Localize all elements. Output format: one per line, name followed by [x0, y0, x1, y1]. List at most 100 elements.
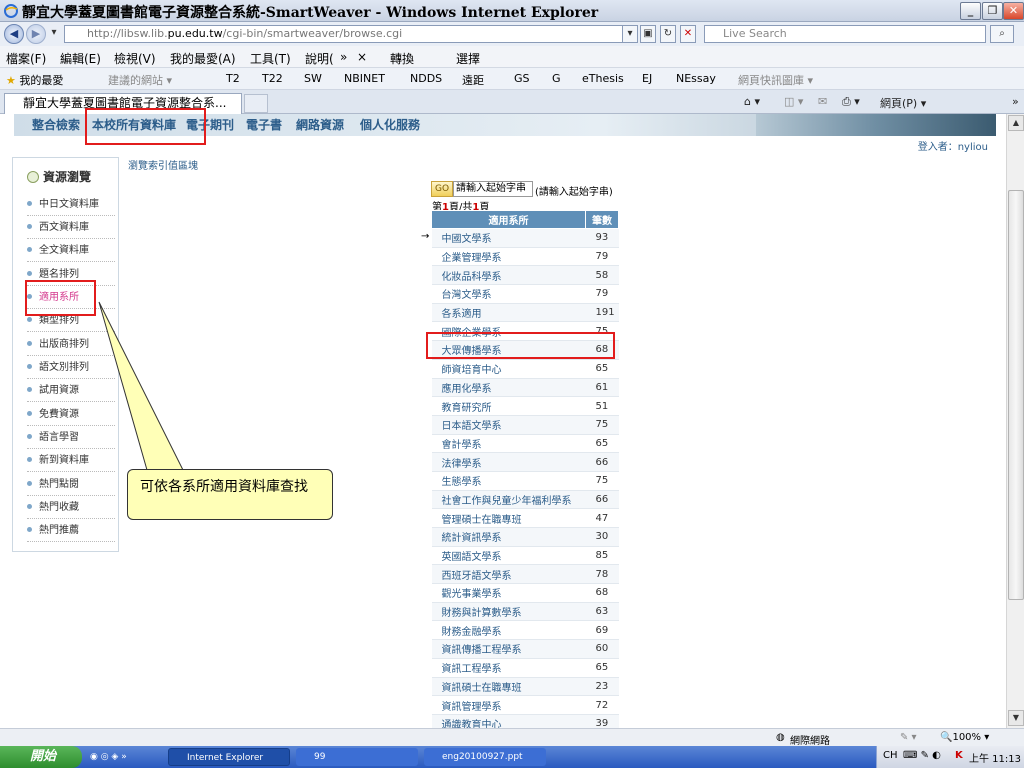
search-icon[interactable]: ⌕ [990, 25, 1014, 43]
print-icon[interactable]: ⎙ ▾ [842, 95, 860, 109]
fav-distance[interactable]: 遠距 [462, 72, 484, 88]
department-link[interactable]: 各系適用 [431, 303, 586, 323]
table-row[interactable]: 財務金融學系 69 [431, 620, 619, 641]
table-row[interactable]: 生態學系 75 [431, 471, 619, 491]
table-row[interactable]: 各系適用 191 [431, 303, 619, 323]
table-row[interactable]: 西班牙語文學系 78 [431, 564, 619, 585]
table-row[interactable]: 化妝品科學系 58 [431, 265, 619, 286]
fav-g[interactable]: G [552, 72, 561, 85]
department-link[interactable]: 化妝品科學系 [431, 265, 586, 286]
taskbar-item-ie[interactable]: Internet Explorer [168, 748, 290, 766]
address-dropdown[interactable]: ▾ [622, 25, 638, 43]
input-language[interactable]: CH [883, 750, 898, 761]
department-link[interactable]: 觀光事業學系 [431, 583, 586, 603]
department-link[interactable]: 日本語文學系 [431, 415, 586, 435]
fav-nessay[interactable]: NEssay [676, 72, 716, 85]
fav-ndds[interactable]: NDDS [410, 72, 442, 85]
go-button[interactable]: GO [431, 181, 453, 197]
nav-ebooks[interactable]: 電子書 [246, 116, 282, 133]
table-row[interactable]: 中國文學系 93 [431, 228, 619, 248]
department-link[interactable]: 財務金融學系 [431, 620, 586, 641]
back-button[interactable]: ◀ [4, 24, 24, 44]
favorites-button[interactable]: ★ 我的最愛 [6, 72, 63, 88]
table-row[interactable]: 統計資訊學系 30 [431, 527, 619, 547]
menu-tools[interactable]: 工具(T) [250, 50, 291, 67]
department-link[interactable]: 教育研究所 [431, 396, 586, 416]
tray-icons[interactable]: ⌨ ✎ ◐ [903, 750, 941, 761]
search-input[interactable]: Live Search [704, 25, 986, 43]
department-link[interactable]: 師資培育中心 [431, 359, 586, 379]
mail-icon[interactable]: ✉ [818, 95, 827, 108]
table-row[interactable]: 觀光事業學系 68 [431, 583, 619, 603]
department-link[interactable]: 資訊碩士在職專班 [431, 677, 586, 697]
department-link[interactable]: 法律學系 [431, 452, 586, 472]
fav-ej[interactable]: EJ [642, 72, 652, 85]
sidebar-item-popular-saves[interactable]: 熱門收藏 [27, 497, 115, 519]
department-link[interactable]: 資訊傳播工程學系 [431, 639, 586, 659]
sidebar-item-cj-db[interactable]: 中日文資料庫 [27, 194, 115, 216]
menu-overflow[interactable]: » [340, 50, 347, 64]
fav-t2[interactable]: T2 [226, 72, 240, 85]
antivirus-icon[interactable]: K [955, 750, 963, 761]
department-link[interactable]: 管理碩士在職專班 [431, 508, 586, 528]
table-row[interactable]: 社會工作與兒童少年福利學系 66 [431, 490, 619, 510]
nav-web-resources[interactable]: 網路資源 [296, 116, 344, 133]
table-row[interactable]: 資訊傳播工程學系 60 [431, 639, 619, 659]
zoom-level[interactable]: 🔍100% ▾ [940, 732, 989, 743]
department-link[interactable]: 資訊管理學系 [431, 695, 586, 715]
sidebar-item-western-db[interactable]: 西文資料庫 [27, 217, 115, 239]
home-icon[interactable]: ⌂ ▾ [744, 95, 760, 108]
header-count[interactable]: 筆數 [585, 210, 619, 229]
start-string-input[interactable]: 請輸入起始字串 [453, 181, 533, 197]
menu-convert[interactable]: 轉換 [390, 50, 414, 67]
scroll-down-button[interactable]: ▼ [1008, 710, 1024, 726]
fav-ethesis[interactable]: eThesis [582, 72, 624, 85]
table-row[interactable]: 企業管理學系 79 [431, 247, 619, 267]
department-link[interactable]: 台灣文學系 [431, 284, 586, 304]
minimize-button[interactable]: _ [960, 2, 981, 20]
department-link[interactable]: 中國文學系 [431, 228, 586, 248]
department-link[interactable]: 財務與計算數學系 [431, 602, 586, 622]
menu-close[interactable]: × [357, 50, 367, 64]
fav-nbinet[interactable]: NBINET [344, 72, 385, 85]
close-button[interactable]: ✕ [1003, 2, 1024, 20]
department-link[interactable]: 英國語文學系 [431, 546, 586, 566]
fav-sw[interactable]: SW [304, 72, 322, 85]
address-bar[interactable]: http://libsw.lib.pu.edu.tw/cgi-bin/smart… [64, 25, 636, 43]
nav-integrated-search[interactable]: 整合檢索 [32, 116, 80, 133]
table-row[interactable]: 資訊碩士在職專班 23 [431, 677, 619, 697]
stop-icon[interactable]: ✕ [680, 25, 696, 43]
menu-edit[interactable]: 編輯(E) [60, 50, 101, 67]
department-link[interactable]: 西班牙語文學系 [431, 564, 586, 585]
menu-favorites[interactable]: 我的最愛(A) [170, 50, 236, 67]
table-row[interactable]: 資訊管理學系 72 [431, 695, 619, 715]
menu-select[interactable]: 選擇 [456, 50, 480, 67]
table-row[interactable]: 財務與計算數學系 63 [431, 602, 619, 622]
scroll-thumb[interactable] [1008, 190, 1024, 600]
department-link[interactable]: 企業管理學系 [431, 247, 586, 267]
table-row[interactable]: 管理碩士在職專班 47 [431, 508, 619, 528]
quicklaunch-icons[interactable]: ◉ ◎ ◈ » [88, 748, 127, 766]
table-row[interactable]: 法律學系 66 [431, 452, 619, 472]
department-link[interactable]: 應用化學系 [431, 378, 586, 398]
menu-file[interactable]: 檔案(F) [6, 50, 46, 67]
forward-button[interactable]: ▶ [26, 24, 46, 44]
department-link[interactable]: 生態學系 [431, 471, 586, 491]
department-link[interactable]: 統計資訊學系 [431, 527, 586, 547]
sidebar-item-fulltext-db[interactable]: 全文資料庫 [27, 240, 115, 262]
page-menu[interactable]: 網頁(P) ▾ [880, 95, 926, 111]
menu-view[interactable]: 檢視(V) [114, 50, 156, 67]
start-button[interactable]: 開始 [0, 746, 82, 768]
maximize-button[interactable]: ❐ [982, 2, 1003, 20]
table-row[interactable]: 應用化學系 61 [431, 378, 619, 398]
taskbar-item-folder[interactable]: 99 [296, 748, 418, 766]
feeds-icon[interactable]: ◫ ▾ [784, 95, 803, 108]
table-row[interactable]: 會計學系 65 [431, 434, 619, 454]
department-link[interactable]: 會計學系 [431, 434, 586, 454]
nav-personal[interactable]: 個人化服務 [360, 116, 420, 133]
table-row[interactable]: 日本語文學系 75 [431, 415, 619, 435]
table-row[interactable]: 師資培育中心 65 [431, 359, 619, 379]
sidebar-item-popular-recommend[interactable]: 熱門推薦 [27, 520, 115, 542]
header-department[interactable]: 適用系所 [431, 210, 586, 229]
menu-help[interactable]: 說明( [305, 50, 334, 67]
